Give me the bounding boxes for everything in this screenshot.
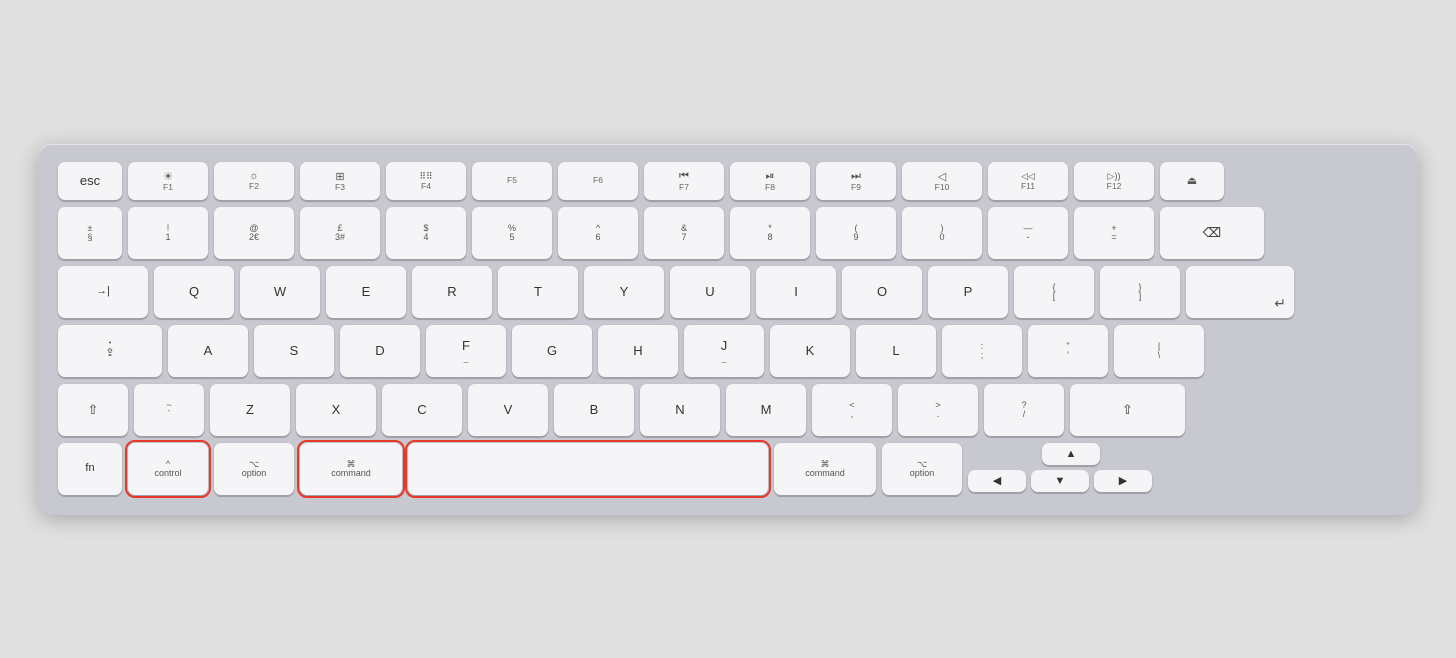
key-a[interactable]: A [168,325,248,377]
key-b[interactable]: B [554,384,634,436]
key-x[interactable]: X [296,384,376,436]
key-q[interactable]: Q [154,266,234,318]
key-left-option[interactable]: ⌥ option [214,443,294,495]
key-section[interactable]: ± § [58,207,122,259]
key-8[interactable]: * 8 [730,207,810,259]
key-e[interactable]: E [326,266,406,318]
key-n[interactable]: N [640,384,720,436]
key-u[interactable]: U [670,266,750,318]
keyboard: esc ☀ F1 ☼ F2 ⊞ F3 ⠿⠿ F4 F5 F6 ⏮ F7 ⏯ [38,144,1418,515]
key-i[interactable]: I [756,266,836,318]
key-w[interactable]: W [240,266,320,318]
key-caps-lock[interactable]: • ⇪ [58,325,162,377]
key-fn[interactable]: fn [58,443,122,495]
key-eject[interactable]: ⏏ [1160,162,1224,200]
key-slash[interactable]: ? / [984,384,1064,436]
key-f1[interactable]: ☀ F1 [128,162,208,200]
key-arrow-left[interactable]: ◀ [968,470,1026,492]
key-4[interactable]: $ 4 [386,207,466,259]
key-f12[interactable]: ▷)) F12 [1074,162,1154,200]
key-esc[interactable]: esc [58,162,122,200]
key-right-shift[interactable]: ⇧ [1070,384,1185,436]
key-lbracket[interactable]: { [ [1014,266,1094,318]
key-comma[interactable]: < , [812,384,892,436]
key-f11[interactable]: ◁◁ F11 [988,162,1068,200]
key-g[interactable]: G [512,325,592,377]
key-v[interactable]: V [468,384,548,436]
key-equals[interactable]: + = [1074,207,1154,259]
key-f7[interactable]: ⏮ F7 [644,162,724,200]
key-f6[interactable]: F6 [558,162,638,200]
key-f[interactable]: F _ [426,325,506,377]
key-backspace[interactable]: ⌫ [1160,207,1264,259]
bottom-row: fn ^ control ⌥ option ⌘ command ⌘ comman… [58,443,1398,495]
key-9[interactable]: ( 9 [816,207,896,259]
key-f10[interactable]: ◁ F10 [902,162,982,200]
key-quote[interactable]: " ' [1028,325,1108,377]
key-1[interactable]: ! 1 [128,207,208,259]
key-2[interactable]: @ 2€ [214,207,294,259]
key-right-command[interactable]: ⌘ command [774,443,876,495]
key-6[interactable]: ^ 6 [558,207,638,259]
key-left-shift[interactable]: ⇧ [58,384,128,436]
key-d[interactable]: D [340,325,420,377]
key-o[interactable]: O [842,266,922,318]
fn-row: esc ☀ F1 ☼ F2 ⊞ F3 ⠿⠿ F4 F5 F6 ⏮ F7 ⏯ [58,162,1398,200]
key-m[interactable]: M [726,384,806,436]
key-f2[interactable]: ☼ F2 [214,162,294,200]
key-c[interactable]: C [382,384,462,436]
key-period[interactable]: > . [898,384,978,436]
key-f9[interactable]: ⏭ F9 [816,162,896,200]
key-j[interactable]: J _ [684,325,764,377]
key-5[interactable]: % 5 [472,207,552,259]
key-f3[interactable]: ⊞ F3 [300,162,380,200]
qwerty-row: →| Q W E R T Y U I O P { [ } ] ↵ [58,266,1398,318]
key-right-option[interactable]: ⌥ option [882,443,962,495]
key-h[interactable]: H [598,325,678,377]
key-t[interactable]: T [498,266,578,318]
key-rbracket[interactable]: } ] [1100,266,1180,318]
key-3[interactable]: £ 3# [300,207,380,259]
key-control[interactable]: ^ control [128,443,208,495]
key-minus[interactable]: — - [988,207,1068,259]
key-left-command[interactable]: ⌘ command [300,443,402,495]
key-backslash[interactable]: | \ [1114,325,1204,377]
asdf-row: • ⇪ A S D F _ G H J _ K L : ; " ' | \ [58,325,1398,377]
key-tilde[interactable]: ~ ` [134,384,204,436]
key-arrow-down[interactable]: ▼ [1031,470,1089,492]
key-f8[interactable]: ⏯ F8 [730,162,810,200]
key-semicolon[interactable]: : ; [942,325,1022,377]
key-f5[interactable]: F5 [472,162,552,200]
arrow-keys-group: ▲ ◀ ▼ ▶ [968,443,1100,495]
key-l[interactable]: L [856,325,936,377]
key-z[interactable]: Z [210,384,290,436]
key-return[interactable]: ↵ [1186,266,1294,318]
number-row: ± § ! 1 @ 2€ £ 3# $ 4 % 5 ^ 6 & 7 [58,207,1398,259]
key-7[interactable]: & 7 [644,207,724,259]
key-y[interactable]: Y [584,266,664,318]
key-p[interactable]: P [928,266,1008,318]
key-s[interactable]: S [254,325,334,377]
key-0[interactable]: ) 0 [902,207,982,259]
key-f4[interactable]: ⠿⠿ F4 [386,162,466,200]
zxcv-row: ⇧ ~ ` Z X C V B N M < , > . ? / ⇧ [58,384,1398,436]
key-spacebar[interactable] [408,443,768,495]
key-arrow-right[interactable]: ▶ [1094,470,1152,492]
key-tab[interactable]: →| [58,266,148,318]
key-k[interactable]: K [770,325,850,377]
key-arrow-up[interactable]: ▲ [1042,443,1100,465]
key-r[interactable]: R [412,266,492,318]
